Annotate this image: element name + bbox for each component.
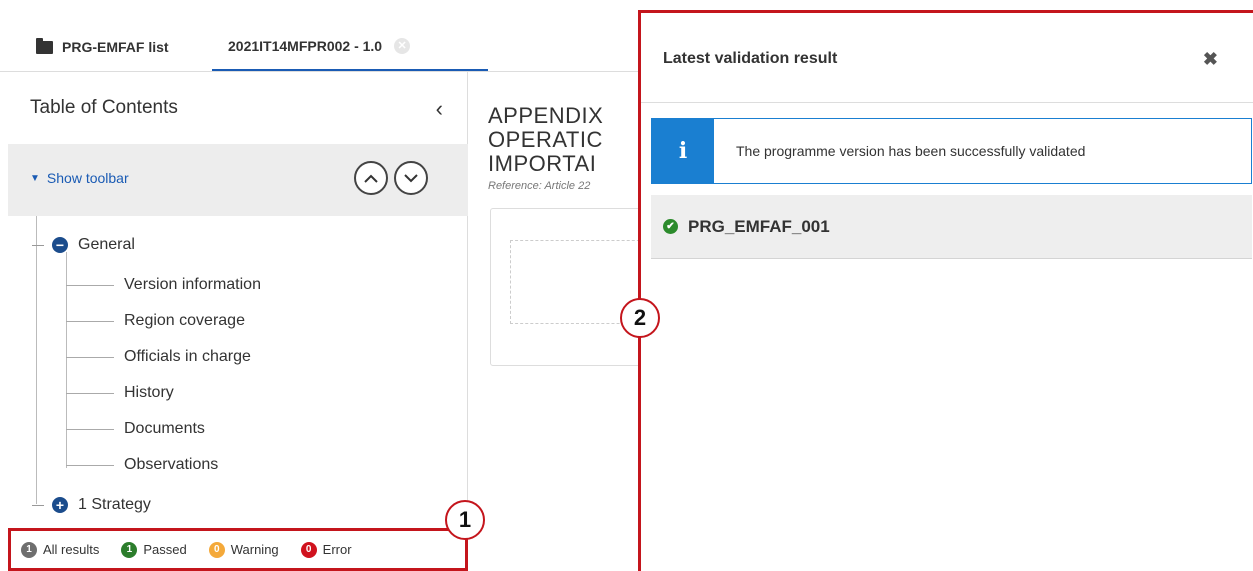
tab-programme-version[interactable]: 2021IT14MFPR002 - 1.0 ✕ [212, 22, 488, 72]
toc-item-region-coverage[interactable]: Region coverage [66, 309, 245, 333]
page-title-line: IMPORTAI [488, 151, 597, 176]
close-icon[interactable]: ✖ [1203, 49, 1218, 70]
validation-rule-code: PRG_EMFAF_001 [688, 216, 830, 236]
info-message-text: The programme version has been successfu… [736, 143, 1086, 159]
collapse-sidebar-icon[interactable]: ‹ [436, 96, 443, 122]
show-toolbar-toggle[interactable]: ▼ Show toolbar [30, 170, 129, 186]
tab-label: PRG-EMFAF list [62, 39, 169, 55]
validation-result-panel: Latest validation result ✖ i The program… [638, 10, 1253, 571]
close-tab-icon[interactable]: ✕ [394, 37, 411, 54]
filter-passed[interactable]: 1 Passed [121, 541, 187, 558]
filter-label: Warning [230, 542, 279, 557]
tree-connector [66, 284, 114, 286]
reference-text: Reference: Article 22 [488, 180, 591, 192]
toc-item-history[interactable]: History [66, 381, 174, 405]
toc-item-label: Documents [124, 420, 205, 437]
toc-tree: − General Version information Region cov… [8, 216, 468, 516]
folder-icon [36, 37, 53, 54]
node-label: 1 Strategy [78, 496, 151, 513]
toc-item-label: Region coverage [124, 312, 245, 329]
tree-connector [66, 428, 114, 430]
tab-prg-emfaf-list[interactable]: PRG-EMFAF list [36, 22, 169, 72]
annotation-marker-2: 2 [620, 298, 660, 338]
filter-all-results[interactable]: 1 All results [21, 541, 100, 558]
info-message: i The programme version has been success… [651, 118, 1252, 184]
tree-node-general[interactable]: − General [32, 233, 135, 257]
page-title-line: APPENDIX [488, 103, 604, 128]
tree-connector [66, 320, 114, 322]
panel-header: Latest validation result ✖ [641, 13, 1253, 103]
page-title: APPENDIX OPERATIC IMPORTAI [488, 104, 648, 176]
toc-item-label: Version information [124, 276, 261, 293]
filter-warning[interactable]: 0 Warning [208, 541, 279, 558]
toc-item-observations[interactable]: Observations [66, 453, 218, 477]
tab-bar: PRG-EMFAF list 2021IT14MFPR002 - 1.0 ✕ [0, 0, 640, 72]
check-circle-icon: ✔ [663, 219, 678, 234]
toc-item-label: History [124, 384, 174, 401]
node-label: General [78, 236, 135, 253]
caret-down-icon: ▼ [30, 172, 40, 184]
toc-item-officials-in-charge[interactable]: Officials in charge [66, 345, 251, 369]
tree-node-strategy[interactable]: + 1 Strategy [32, 493, 151, 517]
toc-title: Table of Contents [30, 97, 178, 118]
filter-label: Error [322, 542, 352, 557]
panel-title: Latest validation result [663, 50, 838, 67]
toc-toolbar: ▼ Show toolbar [8, 144, 468, 216]
count-badge: 0 [208, 541, 225, 558]
tab-label: 2021IT14MFPR002 - 1.0 [228, 37, 383, 54]
count-badge: 1 [21, 541, 37, 558]
toc-item-label: Observations [124, 456, 219, 473]
toc-item-label: Officials in charge [124, 348, 251, 365]
chevron-down-icon [404, 173, 418, 182]
toc-header: Table of Contents [8, 72, 468, 144]
table-of-contents-sidebar: Table of Contents ‹ ▼ Show toolbar − Gen… [8, 72, 468, 571]
tree-connector [32, 244, 44, 246]
filter-label: All results [43, 542, 100, 557]
count-badge: 1 [121, 541, 138, 558]
annotation-marker-1: 1 [445, 500, 485, 540]
show-toolbar-label: Show toolbar [46, 170, 129, 186]
chevron-up-icon [364, 174, 378, 183]
filter-error[interactable]: 0 Error [300, 541, 352, 558]
next-section-button[interactable] [394, 161, 428, 195]
toc-item-documents[interactable]: Documents [66, 417, 205, 441]
tree-connector [66, 464, 114, 466]
expand-plus-icon[interactable]: + [52, 497, 68, 513]
tree-connector [66, 392, 114, 394]
collapse-minus-icon[interactable]: − [52, 237, 68, 253]
toc-item-version-information[interactable]: Version information [66, 273, 261, 297]
filter-label: Passed [143, 542, 187, 557]
tree-connector [66, 356, 114, 358]
validation-filter-bar: 1 All results 1 Passed 0 Warning 0 Error [8, 528, 468, 571]
tree-connector [32, 504, 44, 506]
validation-result-row[interactable]: ✔ PRG_EMFAF_001 [651, 195, 1252, 259]
count-badge: 0 [300, 541, 317, 558]
page-title-line: OPERATIC [488, 127, 603, 152]
previous-section-button[interactable] [354, 161, 388, 195]
info-icon: i [652, 119, 714, 183]
tree-line [36, 216, 37, 504]
